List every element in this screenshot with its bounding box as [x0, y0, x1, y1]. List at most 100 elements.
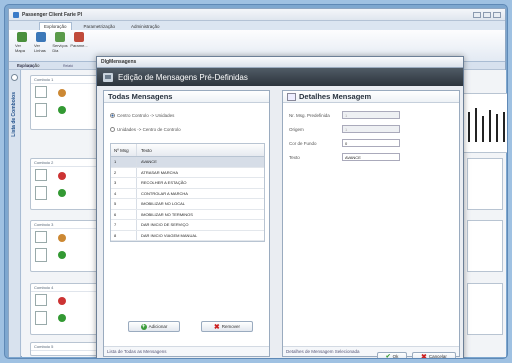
- train-icon: [58, 251, 66, 259]
- cancel-button[interactable]: ✖ Cancelar: [412, 352, 456, 359]
- servicos-dia-button[interactable]: Serviços Dia: [52, 32, 68, 59]
- ver-linhas-button[interactable]: Ver Linhas: [34, 32, 48, 59]
- screenshot-frame: Passenger Client Farie PI Exploração Par…: [4, 4, 508, 359]
- table-row[interactable]: 7 DAR INICIO DE SERVIÇO: [111, 220, 264, 231]
- col-header-texto[interactable]: Texto: [137, 148, 152, 153]
- add-button[interactable]: + Adicionar: [128, 321, 180, 332]
- table-row[interactable]: 2 ATRASAR MARCHA: [111, 167, 264, 178]
- row-number: 3: [111, 178, 137, 188]
- train-card[interactable]: Comboio 3: [30, 220, 105, 272]
- train-icon: [58, 89, 66, 97]
- ribbon-group-label: Exploração: [17, 64, 35, 68]
- card-slot: [35, 248, 47, 262]
- chart-bar: [489, 110, 491, 142]
- collapse-icon[interactable]: [11, 74, 18, 81]
- card-title: Comboio 1: [31, 76, 104, 84]
- train-card[interactable]: Comboio 1: [30, 75, 105, 130]
- field-msg-predefinida: Nr. Msg. Predefinida 1: [289, 111, 400, 119]
- ok-button[interactable]: ✔ Ok: [377, 352, 407, 358]
- minimize-button[interactable]: [473, 11, 481, 18]
- card-slot: [35, 311, 47, 325]
- row-text: DAR INICIO DE SERVIÇO: [141, 222, 189, 228]
- row-number: 2: [111, 167, 137, 177]
- chart-bar: [503, 112, 505, 142]
- row-number: 1: [111, 157, 137, 167]
- remove-button[interactable]: ✖ Remover: [201, 321, 253, 332]
- side-panel: [467, 220, 503, 272]
- train-icon: [58, 297, 66, 305]
- app-logo-icon: [13, 11, 19, 18]
- table-row[interactable]: 5 IMOBILIZAR NO LOCAL: [111, 199, 264, 210]
- train-card[interactable]: Comboio 2: [30, 158, 105, 210]
- card-title: Comboio 3: [31, 221, 104, 229]
- card-title: Comboio 4: [31, 284, 104, 292]
- radio-centro-unidades[interactable]: Centro Controlo -> Unidades: [110, 113, 174, 118]
- message-icon: [103, 72, 113, 82]
- row-text: IMOBILIZAR NO TERMINOS: [141, 211, 193, 217]
- row-number: 5: [111, 199, 137, 209]
- card-slot: [35, 231, 47, 243]
- app-titlebar: Passenger Client Farie PI: [9, 9, 505, 21]
- field-origem: Origem 1: [289, 125, 400, 133]
- parametros-button[interactable]: Parame...: [70, 32, 88, 59]
- row-text: ATRASAR MARCHA: [141, 169, 179, 175]
- cancel-x-icon: ✖: [421, 353, 427, 359]
- card-slot: [35, 169, 47, 181]
- dialog-titlebar: DlgMensagens: [97, 57, 463, 68]
- plus-icon: +: [140, 323, 147, 330]
- cor-fundo-input[interactable]: 0: [342, 139, 400, 147]
- chart-bar: [496, 114, 498, 142]
- row-number: 8: [111, 230, 137, 240]
- table-header: Nº Msg Texto: [111, 144, 264, 157]
- side-panel: [467, 158, 503, 210]
- chart-bar: [468, 112, 470, 142]
- window-controls: [473, 11, 501, 18]
- row-number: 4: [111, 188, 137, 198]
- table-row[interactable]: 1 AVANCE: [111, 157, 264, 168]
- details-title: Detalhes Mensagem: [299, 91, 372, 101]
- details-header: Detalhes Mensagem: [283, 91, 459, 103]
- table-row[interactable]: 4 CONTROLAR A MARCHA: [111, 188, 264, 199]
- card-title: Comboio 2: [31, 159, 104, 167]
- train-icon: [58, 106, 66, 114]
- tab-exploracao[interactable]: Exploração: [39, 22, 72, 30]
- train-card[interactable]: Comboio 5: [30, 342, 105, 356]
- row-text: DAR INICIO VIAGEM MANUAL: [141, 232, 198, 238]
- ribbon-group-label-2: Relató: [63, 64, 74, 68]
- table-row[interactable]: 3 RECOLHER A ESTAÇÃO: [111, 178, 264, 189]
- train-card[interactable]: Comboio 4: [30, 283, 105, 335]
- all-messages-panel: Todas Mensagens Centro Controlo -> Unida…: [103, 90, 270, 357]
- dialog-header: Edição de Mensagens Pré-Definidas: [97, 68, 463, 86]
- mini-chart: [461, 93, 507, 153]
- msg-predefinida-input: 1: [342, 111, 400, 119]
- card-slot: [35, 186, 47, 200]
- table-row[interactable]: 8 DAR INICIO VIAGEM MANUAL: [111, 230, 264, 241]
- services-icon: [55, 32, 65, 42]
- radio-checked-icon: [110, 113, 115, 118]
- ribbon-tabs: Exploração Parametrização Administração: [9, 21, 505, 30]
- row-text: AVANCE: [141, 159, 157, 165]
- ver-mapa-button[interactable]: Ver Mapa: [15, 32, 29, 59]
- train-icon: [58, 172, 66, 180]
- train-icon: [58, 234, 66, 242]
- radio-unchecked-icon: [110, 127, 115, 132]
- tab-parametrizacao[interactable]: Parametrização: [80, 23, 120, 30]
- table-row[interactable]: 6 IMOBILIZAR NO TERMINOS: [111, 209, 264, 220]
- texto-input[interactable]: AVANCE: [342, 153, 400, 161]
- card-slot: [35, 86, 47, 98]
- side-panel: [467, 283, 503, 335]
- messages-dialog: DlgMensagens Edição de Mensagens Pré-Def…: [96, 56, 464, 359]
- row-text: RECOLHER A ESTAÇÃO: [141, 180, 187, 186]
- train-icon: [58, 314, 66, 322]
- radio-unidades-centro[interactable]: Unidades -> Centro de Controlo: [110, 127, 181, 132]
- app-title: Passenger Client Farie PI: [22, 11, 83, 18]
- tab-administracao[interactable]: Administração: [127, 23, 164, 30]
- field-texto: Texto AVANCE: [289, 153, 400, 161]
- map-icon: [17, 32, 27, 42]
- col-header-nmsg[interactable]: Nº Msg: [111, 144, 137, 156]
- all-messages-title: Todas Mensagens: [104, 91, 269, 103]
- chart-bar: [482, 116, 484, 142]
- details-icon: [287, 92, 296, 101]
- close-button[interactable]: [493, 11, 501, 18]
- maximize-button[interactable]: [483, 11, 491, 18]
